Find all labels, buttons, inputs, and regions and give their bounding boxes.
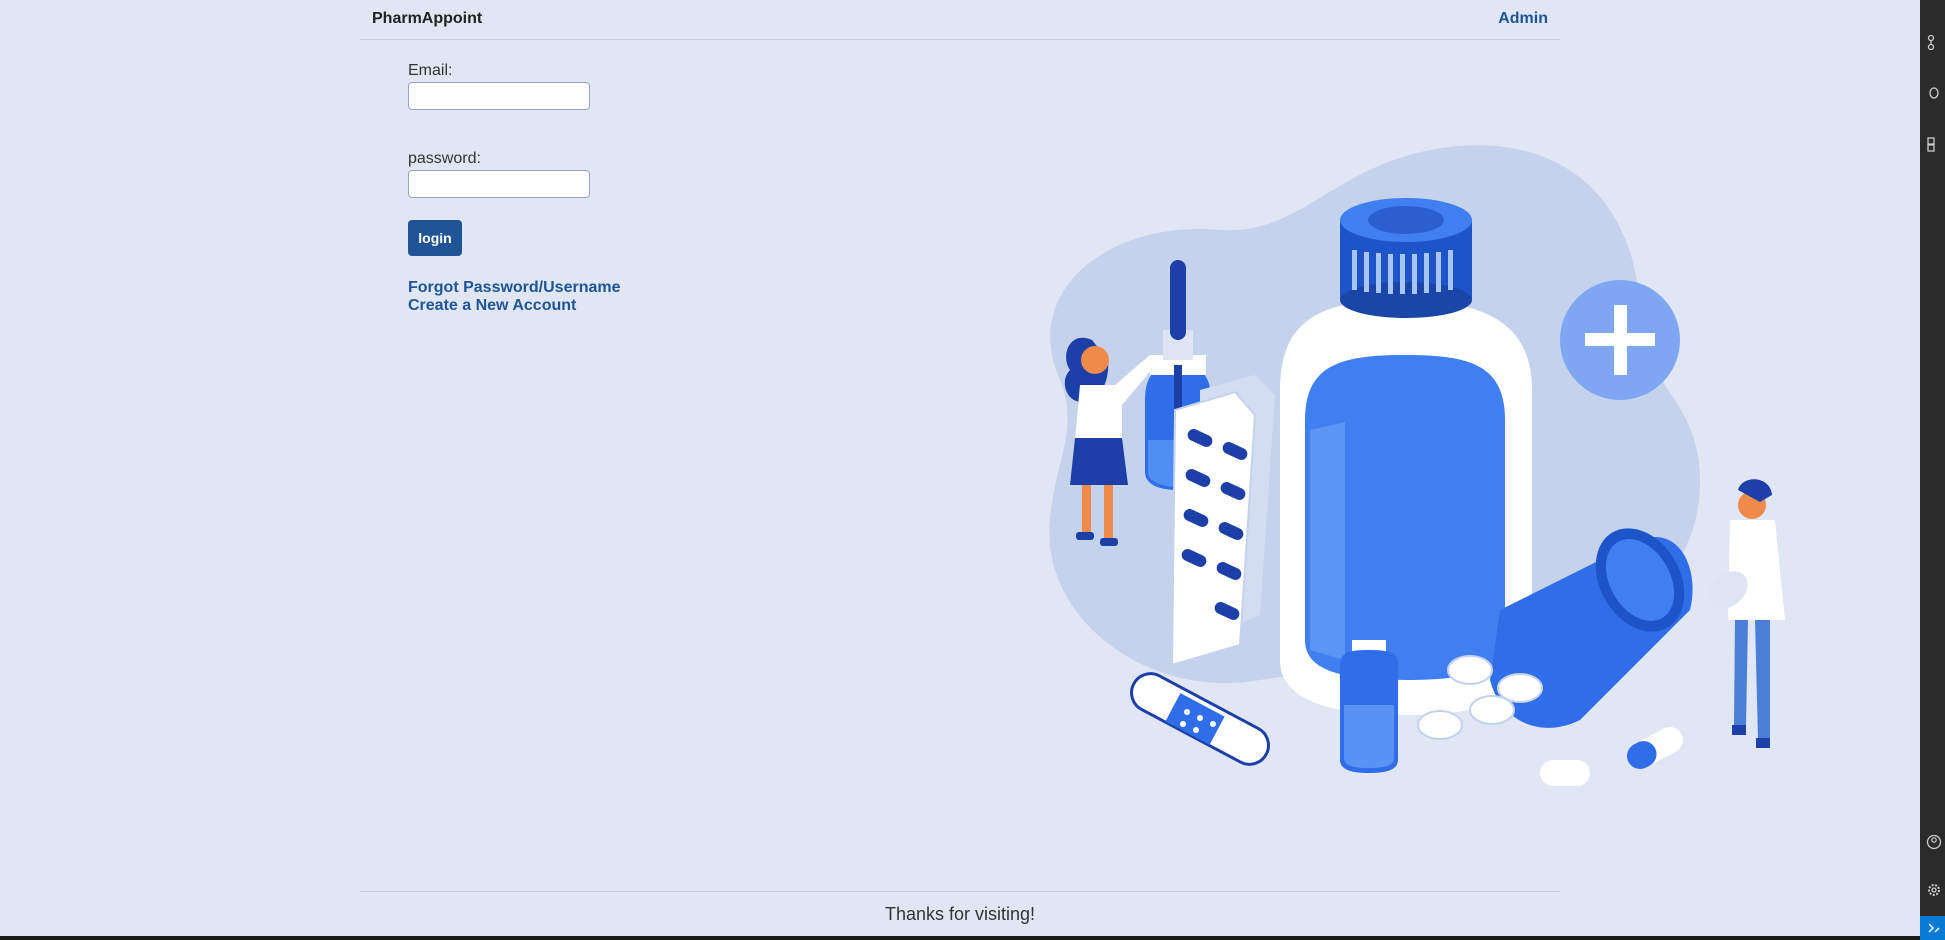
page: PharmAppoint Admin Email: password: logi… (0, 0, 1945, 940)
remote-icon (1928, 923, 1940, 933)
extensions-icon[interactable] (1926, 136, 1942, 152)
editor-activity-strip (1920, 0, 1945, 940)
password-label: password: (408, 150, 481, 167)
man-figure (1708, 479, 1785, 748)
account-links: Forgot Password/Username Create a New Ac… (408, 279, 621, 315)
footer: Thanks for visiting! (360, 891, 1560, 931)
small-bottle-icon (1340, 640, 1398, 773)
forgot-password-link[interactable]: Forgot Password/Username (408, 279, 621, 297)
email-field[interactable] (408, 82, 590, 110)
password-field[interactable] (408, 170, 590, 198)
bandage-icon (1130, 672, 1270, 766)
source-control-icon[interactable] (1926, 34, 1942, 50)
plus-icon (1560, 280, 1680, 400)
pharmacy-illustration (1049, 145, 1785, 786)
top-navbar: PharmAppoint Admin (360, 0, 1560, 40)
brand-title: PharmAppoint (372, 10, 483, 27)
remote-indicator[interactable] (1920, 916, 1945, 940)
footer-text: Thanks for visiting! (884, 904, 1036, 924)
login-button[interactable]: login (408, 220, 462, 256)
gear-icon[interactable] (1926, 882, 1942, 898)
login-form: Email: password: login Forgot Password/U… (408, 62, 621, 315)
create-account-link[interactable]: Create a New Account (408, 297, 621, 315)
debug-icon[interactable] (1926, 84, 1942, 100)
account-icon[interactable] (1926, 834, 1942, 850)
email-label: Email: (408, 62, 453, 79)
admin-link[interactable]: Admin (1498, 10, 1548, 28)
bottom-edge-bar (0, 936, 1920, 940)
